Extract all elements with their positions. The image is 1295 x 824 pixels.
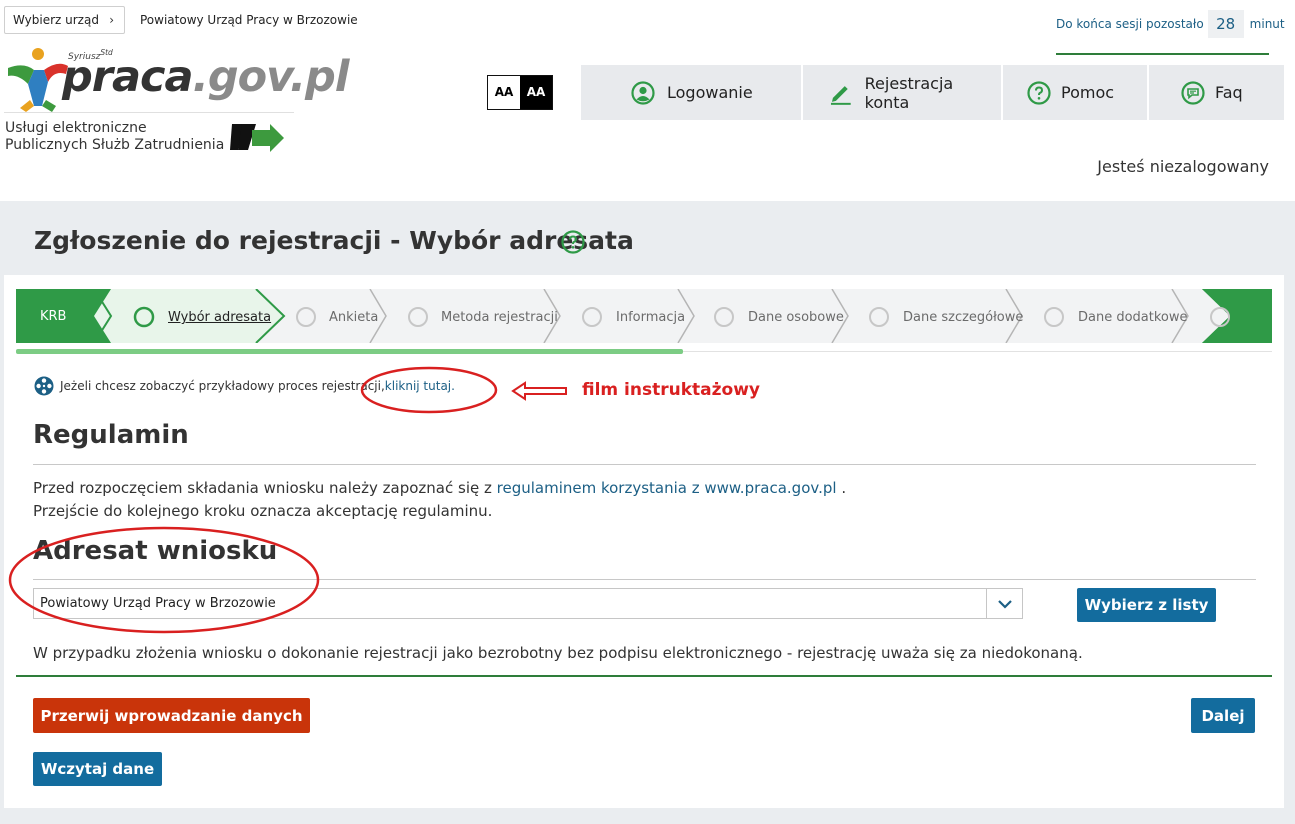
annotation-label: film instruktażowy bbox=[582, 380, 760, 400]
step-metoda-rejestracji: Metoda rejestracji bbox=[441, 310, 558, 325]
step-ankieta: Ankieta bbox=[329, 310, 379, 325]
step-dane-osobowe: Dane osobowe bbox=[748, 310, 844, 325]
nav-help-label: Pomoc bbox=[1061, 83, 1115, 102]
step-dane-szczegolowe: Dane szczegółowe bbox=[903, 310, 1024, 325]
chevron-down-icon[interactable] bbox=[986, 589, 1022, 618]
nav-register-label: Rejestracja konta bbox=[864, 73, 954, 112]
services-line1: Usługi elektroniczne bbox=[5, 120, 147, 136]
chevron-down-glyph bbox=[997, 599, 1012, 609]
film-text: Jeżeli chcesz zobaczyć przykładowy proce… bbox=[60, 379, 385, 393]
nav-login-label: Logowanie bbox=[667, 83, 753, 102]
logo-separator bbox=[4, 112, 294, 113]
film-reel-icon bbox=[34, 376, 54, 396]
nav-login[interactable]: Logowanie bbox=[581, 65, 801, 120]
current-office-name: Powiatowy Urząd Pracy w Brzozowie bbox=[140, 13, 358, 27]
session-label: Do końca sesji pozostało bbox=[1056, 17, 1204, 31]
contrast-switch[interactable]: AA AA bbox=[487, 75, 553, 110]
user-icon bbox=[631, 80, 655, 105]
page-help-icon[interactable] bbox=[561, 230, 585, 254]
step-krb: KRB bbox=[40, 309, 67, 324]
session-minutes: 28 bbox=[1207, 10, 1244, 38]
question-icon bbox=[1027, 80, 1051, 105]
session-underline bbox=[1056, 53, 1269, 55]
choose-from-list-button[interactable]: Wybierz z listy bbox=[1077, 588, 1216, 622]
contrast-normal-button[interactable]: AA bbox=[488, 76, 520, 109]
regulamin-line2: Przejście do kolejnego kroku oznacza akc… bbox=[33, 502, 493, 520]
progress-bar bbox=[16, 349, 683, 354]
top-navigation: Logowanie Rejestracja konta Pomoc Faq bbox=[581, 65, 1284, 120]
regulamin-line1-pre: Przed rozpoczęciem składania wniosku nal… bbox=[33, 479, 497, 497]
signature-notice: W przypadku złożenia wniosku o dokonanie… bbox=[33, 644, 1083, 662]
step-wybor-adresata[interactable]: Wybór adresata bbox=[168, 310, 271, 325]
step-dane-dodatkowe: Dane dodatkowe bbox=[1078, 310, 1188, 325]
regulamin-line1-post: . bbox=[836, 479, 847, 497]
annotation-arrow-icon bbox=[511, 381, 567, 401]
services-caption: Usługi elektroniczne Publicznych Służb Z… bbox=[5, 120, 224, 154]
chevron-right-icon: › bbox=[109, 13, 114, 27]
session-unit: minut bbox=[1249, 17, 1285, 31]
annotation-ellipse bbox=[360, 366, 498, 414]
regulamin-link[interactable]: regulaminem korzystania z www.praca.gov.… bbox=[497, 479, 837, 497]
bottom-divider bbox=[16, 675, 1272, 677]
chat-icon bbox=[1181, 80, 1205, 105]
session-timer: Do końca sesji pozostało 28 minut bbox=[1056, 10, 1285, 38]
step-informacja: Informacja bbox=[616, 310, 686, 325]
logo-domain: .gov.pl bbox=[192, 52, 350, 102]
page-title: Zgłoszenie do rejestracji - Wybór adresa… bbox=[34, 226, 634, 255]
pencil-icon bbox=[830, 85, 851, 105]
load-data-button[interactable]: Wczytaj dane bbox=[33, 752, 162, 786]
nav-register[interactable]: Rejestracja konta bbox=[803, 65, 1001, 120]
nav-faq[interactable]: Faq bbox=[1149, 65, 1284, 120]
nav-faq-label: Faq bbox=[1215, 83, 1243, 102]
user-status: Jesteś niezalogowany bbox=[1097, 157, 1269, 176]
registration-stepper: KRB Wybór adresata Ankieta Metoda rejest… bbox=[16, 289, 1272, 343]
abort-button[interactable]: Przerwij wprowadzanie danych bbox=[33, 698, 310, 733]
regulamin-heading: Regulamin bbox=[33, 420, 189, 450]
select-office-button[interactable]: Wybierz urząd › bbox=[4, 6, 125, 34]
next-button[interactable]: Dalej bbox=[1191, 698, 1255, 733]
nav-help[interactable]: Pomoc bbox=[1003, 65, 1147, 120]
praca-logo-text[interactable]: praca.gov.pl bbox=[62, 52, 350, 102]
annotation-ellipse bbox=[8, 526, 320, 634]
services-line2: Publicznych Służb Zatrudnienia bbox=[5, 137, 225, 153]
contrast-high-button[interactable]: AA bbox=[520, 76, 552, 109]
regulamin-text: Przed rozpoczęciem składania wniosku nal… bbox=[33, 477, 846, 523]
divider bbox=[33, 464, 1256, 465]
select-office-label: Wybierz urząd bbox=[13, 13, 99, 27]
psz-logo-icon bbox=[230, 124, 284, 152]
regulamin-line1: Przed rozpoczęciem składania wniosku nal… bbox=[33, 477, 846, 500]
logo-main: praca bbox=[62, 52, 194, 102]
